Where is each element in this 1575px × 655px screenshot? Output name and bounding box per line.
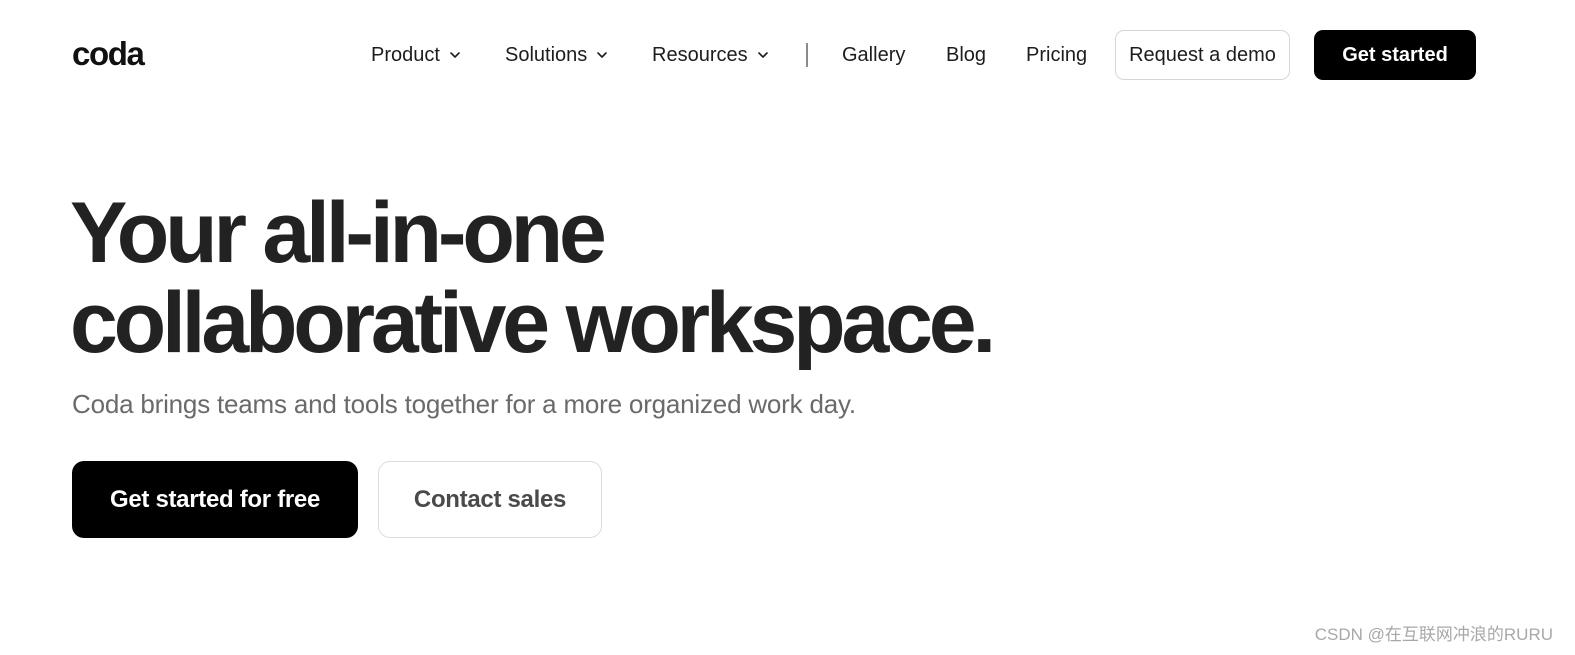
nav-item-label: Resources xyxy=(652,43,748,66)
page: coda Product Solutions Resources Gallery… xyxy=(0,0,1575,655)
hero-headline: Your all-in-one collaborative workspace. xyxy=(70,185,996,371)
nav-item-product[interactable]: Product xyxy=(371,30,462,80)
get-started-button[interactable]: Get started xyxy=(1314,30,1476,80)
hero-subheadline: Coda brings teams and tools together for… xyxy=(72,389,856,419)
nav-item-solutions[interactable]: Solutions xyxy=(505,30,609,80)
nav-item-resources[interactable]: Resources xyxy=(652,30,770,80)
nav-item-label: Product xyxy=(371,43,440,66)
hero-headline-line1: Your all-in-one xyxy=(70,185,607,281)
nav-divider xyxy=(806,43,808,67)
nav-item-label: Solutions xyxy=(505,43,588,66)
nav-item-blog[interactable]: Blog xyxy=(946,30,986,80)
watermark: CSDN @在互联网冲浪的RURU xyxy=(1314,625,1553,644)
get-started-free-button[interactable]: Get started for free xyxy=(72,461,358,538)
chevron-down-icon xyxy=(450,52,460,58)
chevron-down-icon xyxy=(597,52,608,58)
nav-item-pricing[interactable]: Pricing xyxy=(1026,30,1087,80)
hero-headline-line2: collaborative workspace. xyxy=(70,275,996,371)
chevron-down-icon xyxy=(757,52,768,58)
request-demo-button[interactable]: Request a demo xyxy=(1115,30,1290,80)
nav-item-gallery[interactable]: Gallery xyxy=(842,30,905,80)
top-nav: Product Solutions Resources Gallery Blog… xyxy=(0,30,1575,80)
contact-sales-button[interactable]: Contact sales xyxy=(378,461,602,538)
